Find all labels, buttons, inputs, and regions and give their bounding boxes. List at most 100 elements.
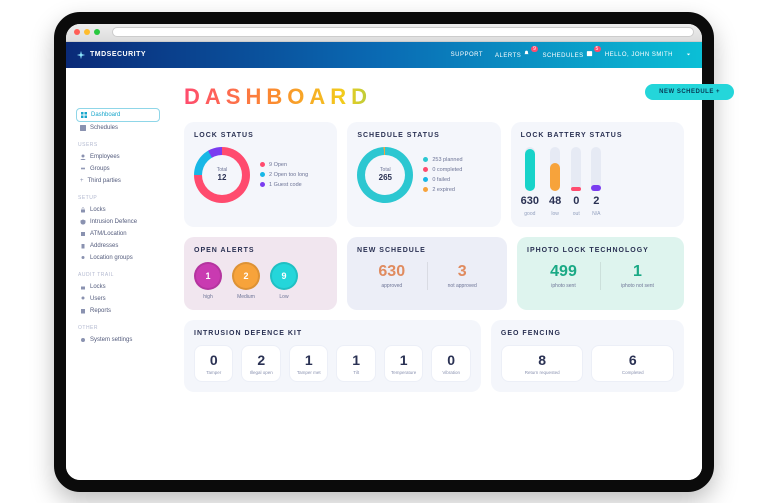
legend-dot xyxy=(260,172,265,177)
lock-icon xyxy=(80,284,86,290)
mini-stat[interactable]: 8Return requested xyxy=(501,345,584,382)
sidebar-head-audit: AUDIT TRAIL xyxy=(78,272,160,278)
legend-text: 0 completed xyxy=(432,167,462,173)
sidebar-item-reports[interactable]: Reports xyxy=(76,305,160,317)
legend-item: 0 completed xyxy=(423,167,462,173)
url-bar[interactable] xyxy=(112,27,694,37)
card-title: OPEN ALERTS xyxy=(194,247,327,254)
legend-dot xyxy=(423,187,428,192)
battery-col: 48low xyxy=(549,147,561,217)
mini-value: 8 xyxy=(504,352,581,368)
nav-schedules-label: SCHEDULES xyxy=(542,53,583,59)
mini-value: 6 xyxy=(594,352,671,368)
battery-col: 0out xyxy=(571,147,581,217)
lock-icon xyxy=(80,207,86,213)
sidebar-item-schedules[interactable]: Schedules xyxy=(76,122,160,134)
brand-text: TMDSECURITY xyxy=(90,51,146,58)
sidebar-item-third-parties[interactable]: +Third parties xyxy=(76,175,160,187)
battery-value: 630 xyxy=(521,195,539,207)
sidebar-item-locks[interactable]: Locks xyxy=(76,204,160,216)
mini-value: 2 xyxy=(244,352,277,368)
mini-label: Temperature xyxy=(387,370,420,375)
sidebar-item-groups[interactable]: Groups xyxy=(76,163,160,175)
battery-label: low xyxy=(551,211,559,217)
nav-alerts[interactable]: ALERTS 9 xyxy=(495,50,530,59)
sidebar-item-label: Users xyxy=(90,296,106,302)
sidebar-item-system-settings[interactable]: System settings xyxy=(76,334,160,346)
stat-label: not approved xyxy=(428,283,498,289)
schedule-status-legend: 253 planned0 completed0 failed2 expired xyxy=(423,157,462,193)
sidebar-item-employees[interactable]: Employees xyxy=(76,151,160,163)
sidebar-item-audit-users[interactable]: Users xyxy=(76,293,160,305)
mini-value: 1 xyxy=(339,352,372,368)
mini-stat[interactable]: 0 Tamper xyxy=(194,345,233,382)
brand[interactable]: TMDSECURITY xyxy=(76,50,146,60)
stat-label: iphoto not sent xyxy=(601,283,674,289)
tablet-frame: TMDSECURITY SUPPORT ALERTS 9 SCHEDULES 5… xyxy=(54,12,714,492)
nav-greeting[interactable]: HELLO, JOHN SMITH xyxy=(605,52,673,58)
open-alerts-card: OPEN ALERTS 1high 2Medium 9 Low xyxy=(184,237,337,310)
legend-item: 2 Open too long xyxy=(260,172,308,178)
alert-item[interactable]: 9 Low xyxy=(270,262,298,300)
sidebar-item-label: Addresses xyxy=(90,243,118,249)
battery-value: 0 xyxy=(573,195,579,207)
top-nav: TMDSECURITY SUPPORT ALERTS 9 SCHEDULES 5… xyxy=(66,42,702,68)
geo-fencing-card: GEO FENCING 8Return requested6Completed xyxy=(491,320,684,392)
sidebar-item-dashboard[interactable]: Dashboard xyxy=(76,108,160,122)
sidebar-item-label: Locks xyxy=(90,284,106,290)
iphoto-card: IPHOTO LOCK TECHNOLOGY 499iphoto sent 1i… xyxy=(517,237,684,310)
window-max-dot[interactable] xyxy=(94,29,100,35)
mini-label: Tamper xyxy=(197,370,230,375)
mini-stat[interactable]: 6Completed xyxy=(591,345,674,382)
nav-alerts-label: ALERTS xyxy=(495,53,521,59)
battery-bar xyxy=(571,187,581,191)
alert-label: Low xyxy=(270,294,298,300)
battery-label: N/A xyxy=(592,211,600,217)
mini-stat[interactable]: 0Vibration xyxy=(431,345,470,382)
sidebar-item-intrusion-defence[interactable]: Intrusion Defence xyxy=(76,216,160,228)
nav-schedules[interactable]: SCHEDULES 5 xyxy=(542,50,592,59)
legend-text: 253 planned xyxy=(432,157,462,163)
battery-label: good xyxy=(524,211,535,217)
sidebar-item-label: Locks xyxy=(90,207,106,213)
alert-item[interactable]: 2Medium xyxy=(232,262,260,300)
mini-stat[interactable]: 1Tamper met xyxy=(289,345,328,382)
sidebar-item-label: ATM/Location xyxy=(90,231,127,237)
sidebar-item-location-groups[interactable]: Location groups xyxy=(76,252,160,264)
sidebar-item-audit-locks[interactable]: Locks xyxy=(76,281,160,293)
window-close-dot[interactable] xyxy=(74,29,80,35)
legend-dot xyxy=(423,167,428,172)
chevron-down-icon[interactable] xyxy=(685,51,692,58)
alert-circle: 1 xyxy=(194,262,222,290)
plus-icon: + xyxy=(80,178,84,184)
users-icon xyxy=(80,166,86,172)
new-schedule-button[interactable]: NEW SCHEDULE + xyxy=(645,84,702,100)
legend-item: 2 expired xyxy=(423,187,462,193)
legend-item: 1 Guest code xyxy=(260,182,308,188)
sidebar-item-atm-location[interactable]: ATM/Location xyxy=(76,228,160,240)
battery-bar-bg xyxy=(571,147,581,191)
alert-circle: 9 xyxy=(270,262,298,290)
legend-dot xyxy=(423,177,428,182)
user-icon xyxy=(80,154,86,160)
sidebar-item-label: Employees xyxy=(90,154,120,160)
card-title: LOCK STATUS xyxy=(194,132,327,139)
battery-status-card: LOCK BATTERY STATUS 630good48low0out2N/A xyxy=(511,122,684,227)
main-content: DASHBOARD NEW SCHEDULE + LOCK STATUS Tot… xyxy=(166,68,702,480)
nav-support[interactable]: SUPPORT xyxy=(451,52,483,58)
mini-stat[interactable]: 2Illegal open xyxy=(241,345,280,382)
legend-item: 9 Open xyxy=(260,162,308,168)
mini-stat[interactable]: 1Tilt xyxy=(336,345,375,382)
window-min-dot[interactable] xyxy=(84,29,90,35)
bell-icon xyxy=(523,50,530,57)
sidebar-item-label: Dashboard xyxy=(91,112,120,118)
card-title: LOCK BATTERY STATUS xyxy=(521,132,674,139)
intrusion-defence-card: INTRUSION DEFENCE KIT 0Tamper2Illegal op… xyxy=(184,320,481,392)
mini-value: 0 xyxy=(197,352,230,368)
mini-stat[interactable]: 1Temperature xyxy=(384,345,423,382)
legend-text: 2 Open too long xyxy=(269,172,308,178)
sidebar-item-addresses[interactable]: Addresses xyxy=(76,240,160,252)
sidebar-head-other: OTHER xyxy=(78,325,160,331)
alert-item[interactable]: 1high xyxy=(194,262,222,300)
mini-value: 0 xyxy=(434,352,467,368)
